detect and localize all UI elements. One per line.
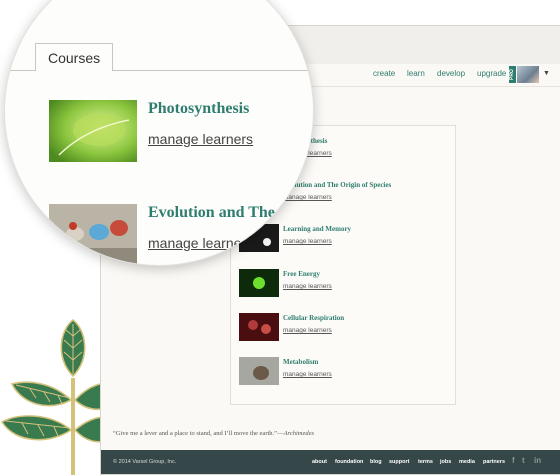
manage-learners-link[interactable]: manage learners	[148, 131, 253, 147]
course-item-metabolism[interactable]: Metabolism manage learners	[239, 357, 449, 387]
course-thumbnail	[49, 204, 137, 265]
manage-learners-link[interactable]: manage learners	[148, 235, 253, 251]
course-title[interactable]: Evolution and The O	[148, 204, 291, 222]
twitter-icon[interactable]: t	[522, 456, 525, 465]
nav-create-link[interactable]: create	[373, 69, 395, 78]
footer-link-about[interactable]: about	[312, 459, 327, 465]
nav-learn-link[interactable]: learn	[407, 69, 425, 78]
course-item-cellular-respiration[interactable]: Cellular Respiration manage learners	[239, 313, 449, 343]
page-footer: © 2014 Varsel Group, Inc. about foundati…	[101, 450, 560, 474]
tab-courses-label: Courses	[48, 50, 101, 66]
footer-link-support[interactable]: support	[389, 459, 409, 465]
course-title[interactable]: Cellular Respiration	[283, 314, 344, 322]
magnifier-lens: Courses Photosynthesis manage learners E…	[4, 0, 314, 266]
chevron-down-icon[interactable]: ▼	[543, 70, 550, 77]
course-thumbnail	[239, 269, 279, 297]
course-title[interactable]: Free Energy	[283, 270, 320, 278]
footer-link-media[interactable]: media	[459, 459, 475, 465]
footer-link-foundation[interactable]: foundation	[335, 459, 363, 465]
course-title[interactable]: Evolution and The Origin of Species	[283, 181, 391, 189]
copyright-text: © 2014 Varsel Group, Inc.	[113, 459, 177, 465]
manage-learners-link[interactable]: manage learners	[283, 283, 332, 290]
leaf-illustration	[0, 318, 110, 475]
tab-courses[interactable]: Courses	[35, 43, 113, 71]
manage-learners-link[interactable]: manage learners	[283, 371, 332, 378]
quote-author: Archimedes	[283, 430, 315, 437]
footer-link-terms[interactable]: terms	[418, 459, 433, 465]
magnified-course-evolution[interactable]: Evolution and The O manage learners	[49, 204, 309, 265]
course-title[interactable]: Metabolism	[283, 358, 318, 366]
course-title[interactable]: Photosynthesis	[148, 100, 249, 118]
course-thumbnail	[239, 313, 279, 341]
facebook-icon[interactable]: f	[512, 456, 515, 465]
nav-develop-link[interactable]: develop	[437, 69, 465, 78]
course-thumbnail	[49, 100, 137, 162]
linkedin-icon[interactable]: in	[534, 456, 541, 465]
nav-upgrade-link[interactable]: upgrade	[477, 69, 506, 78]
footer-quote: “Give me a lever and a place to stand, a…	[113, 430, 314, 437]
footer-link-blog[interactable]: blog	[370, 459, 382, 465]
magnified-course-photosynthesis[interactable]: Photosynthesis manage learners	[49, 100, 309, 164]
avatar[interactable]	[517, 66, 539, 83]
manage-learners-link[interactable]: manage learners	[283, 194, 332, 201]
footer-link-jobs[interactable]: jobs	[440, 459, 451, 465]
footer-link-partners[interactable]: partners	[483, 459, 505, 465]
manage-learners-link[interactable]: manage learners	[283, 327, 332, 334]
course-item-free-energy[interactable]: Free Energy manage learners	[239, 269, 449, 299]
pro-badge: PRO	[509, 66, 516, 83]
quote-text: “Give me a lever and a place to stand, a…	[113, 430, 284, 437]
course-thumbnail	[239, 357, 279, 385]
